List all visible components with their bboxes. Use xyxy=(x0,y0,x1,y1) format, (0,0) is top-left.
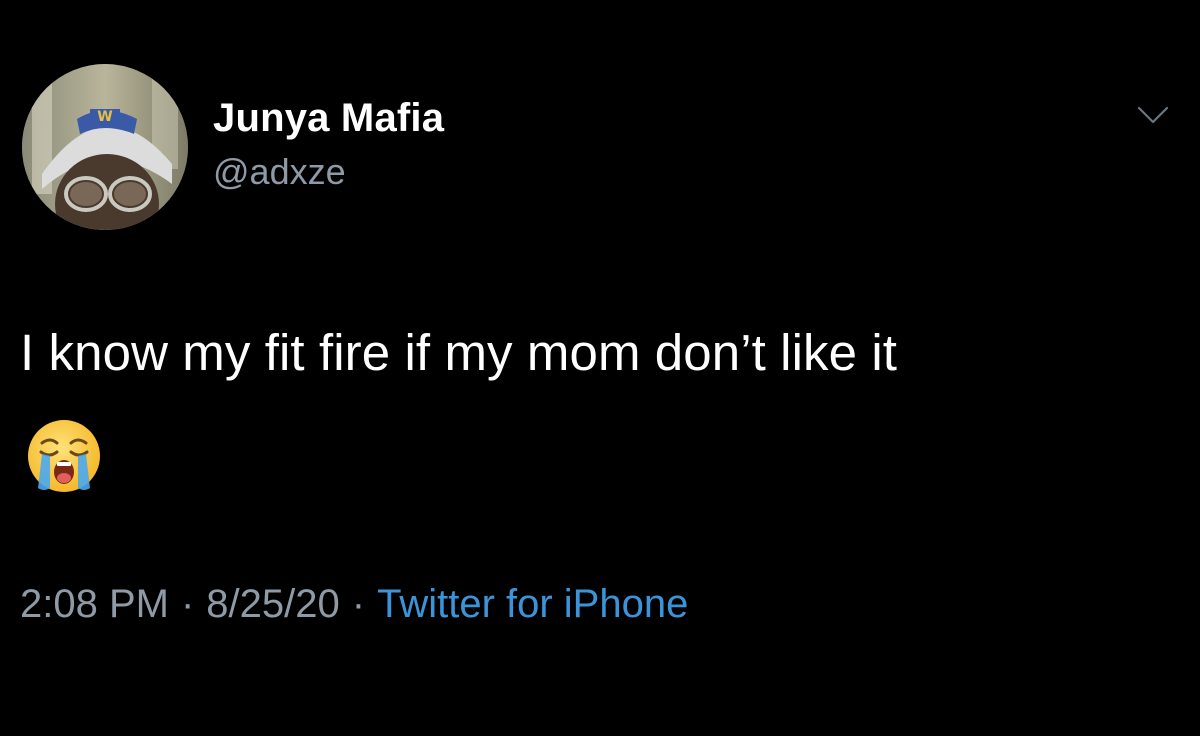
display-name[interactable]: Junya Mafia xyxy=(213,92,444,144)
user-handle[interactable]: @adxze xyxy=(213,148,444,196)
tweet-date[interactable]: 8/25/20 xyxy=(206,582,339,626)
tweet-metadata: 2:08 PM · 8/25/20 · Twitter for iPhone xyxy=(20,578,688,630)
avatar-photo: W xyxy=(22,64,188,230)
separator: · xyxy=(351,582,366,626)
chevron-down-icon[interactable] xyxy=(1136,104,1170,126)
svg-text:W: W xyxy=(97,109,112,125)
tweet-text: I know my fit fire if my mom don’t like … xyxy=(20,324,898,381)
tweet-source-link[interactable]: Twitter for iPhone xyxy=(377,582,688,626)
user-info[interactable]: Junya Mafia @adxze xyxy=(213,92,444,196)
separator: · xyxy=(180,582,195,626)
loudly-crying-face-icon xyxy=(24,416,104,496)
avatar[interactable]: W xyxy=(22,64,188,230)
tweet-time[interactable]: 2:08 PM xyxy=(20,582,169,626)
tweet-card: W Junya Mafia @adxze I know my fit fire … xyxy=(0,0,1200,736)
